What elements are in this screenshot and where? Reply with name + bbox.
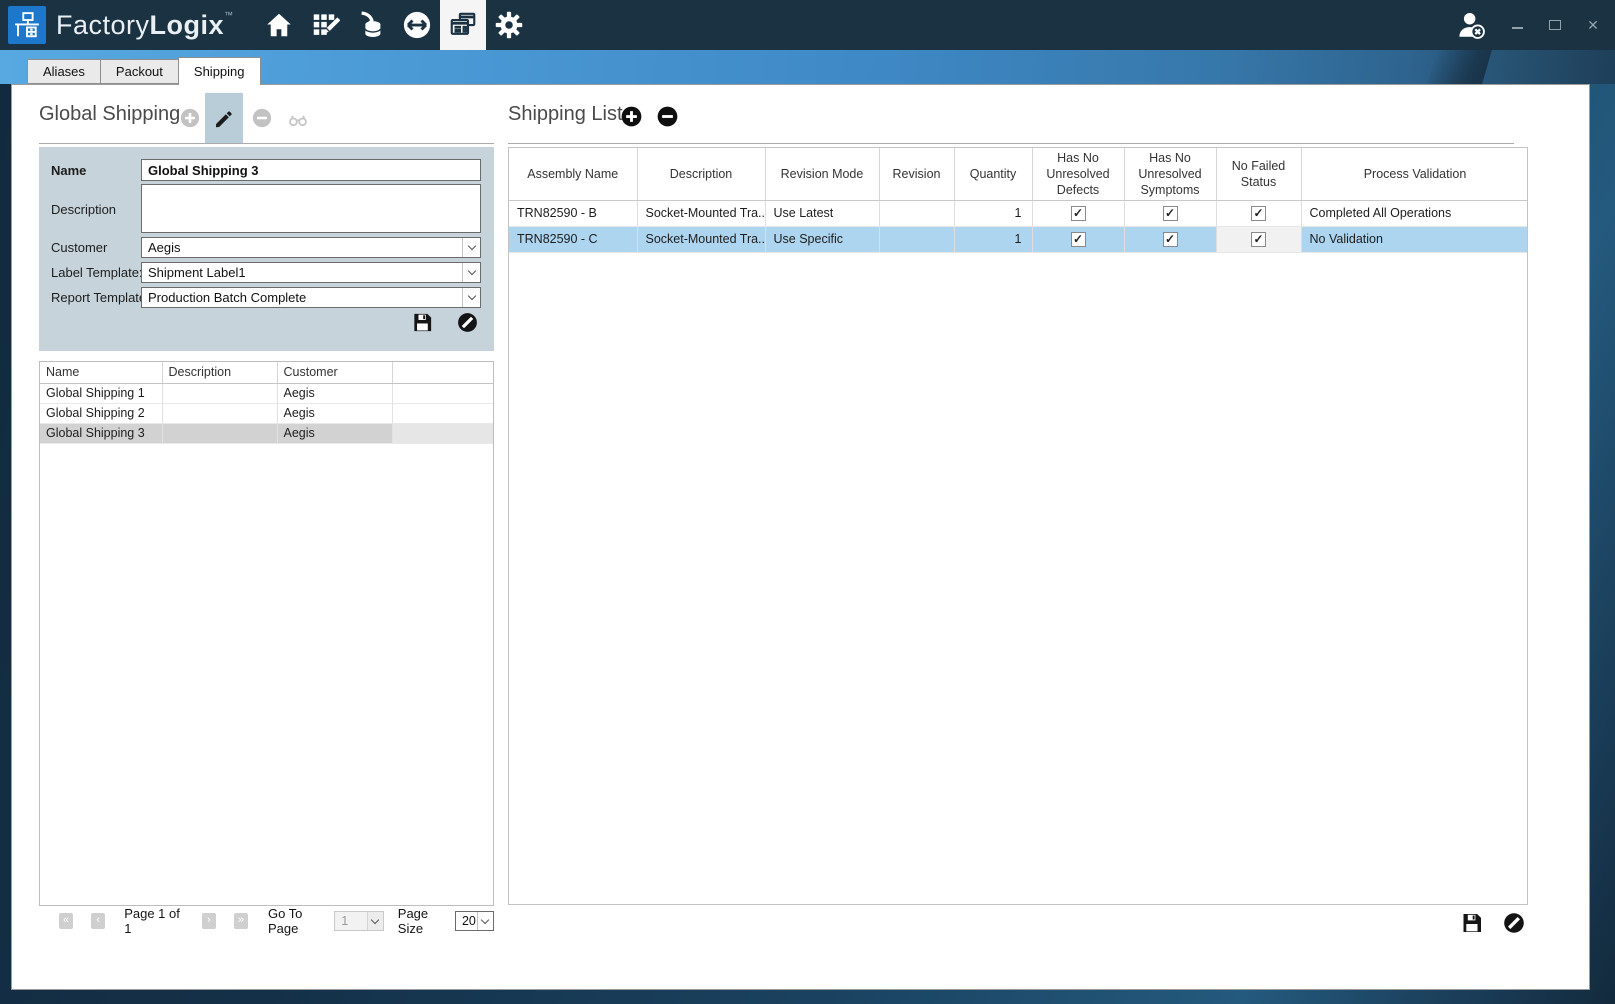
name-field[interactable] bbox=[141, 159, 481, 181]
table-header-row: Assembly Name Description Revision Mode … bbox=[509, 148, 1528, 200]
goto-page-input[interactable]: 1 bbox=[334, 911, 384, 931]
col-process-validation[interactable]: Process Validation bbox=[1301, 148, 1528, 200]
divider bbox=[508, 143, 1514, 144]
first-page-button[interactable]: « bbox=[59, 913, 73, 929]
checkbox[interactable]: ✓ bbox=[1071, 206, 1086, 221]
last-page-button[interactable]: » bbox=[234, 913, 248, 929]
cancel-icon[interactable] bbox=[1502, 911, 1526, 935]
name-label: Name bbox=[51, 163, 86, 178]
save-icon[interactable] bbox=[1460, 911, 1484, 935]
remove-icon[interactable] bbox=[251, 107, 273, 129]
report-template-label: Report Template bbox=[51, 290, 146, 305]
chevron-down-icon[interactable] bbox=[462, 288, 480, 307]
database-import-icon[interactable] bbox=[348, 0, 394, 50]
edit-pencil-icon bbox=[213, 108, 235, 130]
page-size-select[interactable]: 20 bbox=[455, 911, 494, 931]
binoculars-icon[interactable] bbox=[287, 109, 309, 131]
workbench-icon bbox=[12, 10, 42, 40]
report-template-select[interactable]: Production Batch Complete bbox=[141, 287, 481, 308]
main-nav bbox=[256, 0, 532, 50]
chevron-down-icon[interactable] bbox=[462, 263, 480, 282]
customer-select[interactable]: Aegis bbox=[141, 237, 481, 258]
checkbox[interactable]: ✓ bbox=[1251, 206, 1266, 221]
col-assembly-name[interactable]: Assembly Name bbox=[509, 148, 637, 200]
col-description[interactable]: Description bbox=[637, 148, 765, 200]
minimize-button[interactable] bbox=[1509, 17, 1525, 33]
table-row-selected[interactable]: TRN82590 - C Socket-Mounted Tra... Use S… bbox=[509, 226, 1528, 252]
transfer-icon[interactable] bbox=[394, 0, 440, 50]
divider bbox=[39, 143, 494, 144]
shipping-list-title: Shipping List bbox=[508, 103, 623, 126]
edit-pencil-button[interactable] bbox=[205, 93, 243, 144]
cancel-icon[interactable] bbox=[456, 311, 479, 334]
home-icon[interactable] bbox=[256, 0, 302, 50]
save-icon[interactable] bbox=[411, 311, 434, 334]
page-indicator: Page 1 of 1 bbox=[124, 906, 183, 936]
title-bar: FactoryLogix™ bbox=[0, 0, 1615, 50]
description-field[interactable] bbox=[141, 184, 481, 233]
close-button[interactable]: ✕ bbox=[1585, 17, 1601, 33]
window-frame: { "titlebar": { "brand_light": "Factory"… bbox=[0, 0, 1615, 1004]
col-has-no-unresolved-symptoms[interactable]: Has No Unresolved Symptoms bbox=[1124, 148, 1216, 200]
col-quantity[interactable]: Quantity bbox=[954, 148, 1032, 200]
tab-shipping[interactable]: Shipping bbox=[178, 57, 261, 85]
maximize-button[interactable] bbox=[1547, 17, 1563, 33]
checkbox[interactable]: ✓ bbox=[1071, 232, 1086, 247]
user-logout-icon[interactable] bbox=[1455, 9, 1487, 41]
col-customer[interactable]: Customer bbox=[277, 362, 392, 383]
col-revision[interactable]: Revision bbox=[879, 148, 954, 200]
checkbox[interactable]: ✓ bbox=[1251, 232, 1266, 247]
col-no-failed-status[interactable]: No Failed Status bbox=[1216, 148, 1301, 200]
col-revision-mode[interactable]: Revision Mode bbox=[765, 148, 879, 200]
previous-page-button[interactable]: ‹ bbox=[91, 913, 105, 929]
table-row[interactable]: Global Shipping 2 Aegis bbox=[40, 403, 494, 423]
add-icon[interactable] bbox=[620, 105, 643, 128]
checkbox[interactable]: ✓ bbox=[1163, 232, 1178, 247]
col-name[interactable]: Name bbox=[40, 362, 162, 383]
next-page-button[interactable]: › bbox=[202, 913, 216, 929]
titlebar-right: ✕ bbox=[1455, 9, 1601, 41]
strip-slash-decoration bbox=[1427, 50, 1492, 84]
chevron-down-icon bbox=[367, 912, 383, 930]
window-controls: ✕ bbox=[1509, 17, 1601, 33]
table-row[interactable]: Global Shipping 1 Aegis bbox=[40, 383, 494, 403]
shipping-list-actions bbox=[1460, 911, 1526, 935]
customer-label: Customer bbox=[51, 240, 107, 255]
col-description[interactable]: Description bbox=[162, 362, 277, 383]
global-shipping-title: Global Shipping bbox=[39, 103, 180, 126]
documents-icon[interactable] bbox=[440, 0, 486, 50]
col-empty bbox=[392, 362, 494, 383]
global-shipping-section: Global Shipping Name Description Custome… bbox=[39, 85, 494, 989]
remove-icon[interactable] bbox=[656, 105, 679, 128]
tab-aliases[interactable]: Aliases bbox=[27, 59, 101, 84]
label-template-label: Label Template: bbox=[51, 265, 143, 280]
app-title: FactoryLogix™ bbox=[56, 10, 234, 41]
global-shipping-table: Name Description Customer Global Shippin… bbox=[39, 361, 494, 906]
checkbox[interactable]: ✓ bbox=[1163, 206, 1178, 221]
chevron-down-icon[interactable] bbox=[462, 238, 480, 257]
app-logo bbox=[8, 6, 46, 44]
shipping-list-section: Shipping List Assembly Name Description … bbox=[508, 85, 1528, 989]
goto-page-label: Go To Page bbox=[268, 906, 328, 936]
table-row[interactable]: TRN82590 - B Socket-Mounted Tra... Use L… bbox=[509, 200, 1528, 226]
shipping-list-table: Assembly Name Description Revision Mode … bbox=[508, 147, 1528, 905]
page-size-label: Page Size bbox=[398, 906, 450, 936]
description-label: Description bbox=[51, 202, 116, 217]
content-panel: Global Shipping Name Description Custome… bbox=[11, 84, 1590, 990]
settings-icon[interactable] bbox=[486, 0, 532, 50]
tab-bar: Aliases Packout Shipping bbox=[27, 57, 260, 85]
table-header-row: Name Description Customer bbox=[40, 362, 494, 383]
form-actions bbox=[411, 311, 479, 334]
table-row-selected[interactable]: Global Shipping 3 Aegis bbox=[40, 423, 494, 443]
tab-packout[interactable]: Packout bbox=[100, 59, 179, 84]
add-icon[interactable] bbox=[179, 107, 201, 129]
pagination-bar: « ‹ Page 1 of 1 › » Go To Page 1 Page Si… bbox=[39, 909, 494, 933]
label-template-select[interactable]: Shipment Label1 bbox=[141, 262, 481, 283]
grid-edit-icon[interactable] bbox=[302, 0, 348, 50]
chevron-down-icon[interactable] bbox=[477, 912, 493, 930]
global-shipping-form: Name Description Customer Aegis Label Te… bbox=[39, 147, 494, 351]
col-has-no-unresolved-defects[interactable]: Has No Unresolved Defects bbox=[1032, 148, 1124, 200]
